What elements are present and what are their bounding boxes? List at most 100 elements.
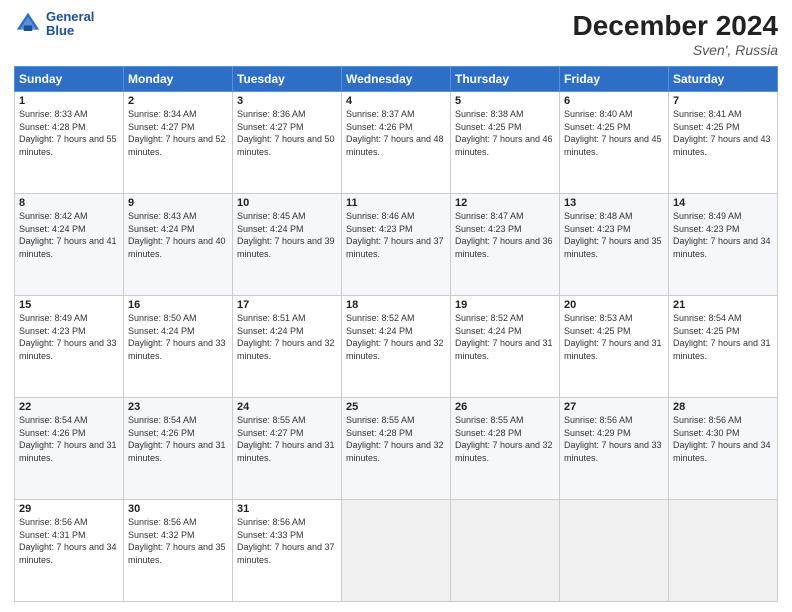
week-row-1: 1Sunrise: 8:33 AMSunset: 4:28 PMDaylight… <box>15 92 778 194</box>
day-info: Sunrise: 8:54 AMSunset: 4:26 PMDaylight:… <box>19 414 119 464</box>
day-cell: 10Sunrise: 8:45 AMSunset: 4:24 PMDayligh… <box>233 194 342 296</box>
day-info: Sunrise: 8:42 AMSunset: 4:24 PMDaylight:… <box>19 210 119 260</box>
day-info: Sunrise: 8:36 AMSunset: 4:27 PMDaylight:… <box>237 108 337 158</box>
logo-line1: General <box>46 10 94 24</box>
day-cell: 22Sunrise: 8:54 AMSunset: 4:26 PMDayligh… <box>15 398 124 500</box>
day-info: Sunrise: 8:56 AMSunset: 4:31 PMDaylight:… <box>19 516 119 566</box>
day-info: Sunrise: 8:48 AMSunset: 4:23 PMDaylight:… <box>564 210 664 260</box>
day-header-friday: Friday <box>560 67 669 92</box>
day-header-monday: Monday <box>124 67 233 92</box>
day-info: Sunrise: 8:49 AMSunset: 4:23 PMDaylight:… <box>19 312 119 362</box>
location: Sven', Russia <box>573 42 778 58</box>
day-cell: 1Sunrise: 8:33 AMSunset: 4:28 PMDaylight… <box>15 92 124 194</box>
day-number: 13 <box>564 197 664 209</box>
day-number: 14 <box>673 197 773 209</box>
day-info: Sunrise: 8:40 AMSunset: 4:25 PMDaylight:… <box>564 108 664 158</box>
week-row-3: 15Sunrise: 8:49 AMSunset: 4:23 PMDayligh… <box>15 296 778 398</box>
day-cell: 20Sunrise: 8:53 AMSunset: 4:25 PMDayligh… <box>560 296 669 398</box>
day-info: Sunrise: 8:50 AMSunset: 4:24 PMDaylight:… <box>128 312 228 362</box>
day-cell: 5Sunrise: 8:38 AMSunset: 4:25 PMDaylight… <box>451 92 560 194</box>
day-info: Sunrise: 8:55 AMSunset: 4:27 PMDaylight:… <box>237 414 337 464</box>
day-info: Sunrise: 8:56 AMSunset: 4:30 PMDaylight:… <box>673 414 773 464</box>
day-info: Sunrise: 8:43 AMSunset: 4:24 PMDaylight:… <box>128 210 228 260</box>
day-info: Sunrise: 8:37 AMSunset: 4:26 PMDaylight:… <box>346 108 446 158</box>
day-info: Sunrise: 8:51 AMSunset: 4:24 PMDaylight:… <box>237 312 337 362</box>
day-info: Sunrise: 8:41 AMSunset: 4:25 PMDaylight:… <box>673 108 773 158</box>
day-number: 28 <box>673 401 773 413</box>
day-info: Sunrise: 8:52 AMSunset: 4:24 PMDaylight:… <box>455 312 555 362</box>
day-cell: 28Sunrise: 8:56 AMSunset: 4:30 PMDayligh… <box>669 398 778 500</box>
day-cell: 29Sunrise: 8:56 AMSunset: 4:31 PMDayligh… <box>15 500 124 602</box>
day-info: Sunrise: 8:56 AMSunset: 4:33 PMDaylight:… <box>237 516 337 566</box>
day-info: Sunrise: 8:38 AMSunset: 4:25 PMDaylight:… <box>455 108 555 158</box>
day-number: 9 <box>128 197 228 209</box>
day-number: 27 <box>564 401 664 413</box>
day-number: 7 <box>673 95 773 107</box>
day-number: 21 <box>673 299 773 311</box>
day-cell: 14Sunrise: 8:49 AMSunset: 4:23 PMDayligh… <box>669 194 778 296</box>
day-number: 19 <box>455 299 555 311</box>
day-cell: 24Sunrise: 8:55 AMSunset: 4:27 PMDayligh… <box>233 398 342 500</box>
day-cell: 2Sunrise: 8:34 AMSunset: 4:27 PMDaylight… <box>124 92 233 194</box>
day-cell: 9Sunrise: 8:43 AMSunset: 4:24 PMDaylight… <box>124 194 233 296</box>
day-cell: 13Sunrise: 8:48 AMSunset: 4:23 PMDayligh… <box>560 194 669 296</box>
day-cell: 4Sunrise: 8:37 AMSunset: 4:26 PMDaylight… <box>342 92 451 194</box>
month-title: December 2024 <box>573 10 778 42</box>
day-info: Sunrise: 8:46 AMSunset: 4:23 PMDaylight:… <box>346 210 446 260</box>
day-info: Sunrise: 8:52 AMSunset: 4:24 PMDaylight:… <box>346 312 446 362</box>
day-cell: 16Sunrise: 8:50 AMSunset: 4:24 PMDayligh… <box>124 296 233 398</box>
day-info: Sunrise: 8:33 AMSunset: 4:28 PMDaylight:… <box>19 108 119 158</box>
day-info: Sunrise: 8:55 AMSunset: 4:28 PMDaylight:… <box>346 414 446 464</box>
day-cell: 3Sunrise: 8:36 AMSunset: 4:27 PMDaylight… <box>233 92 342 194</box>
day-cell: 25Sunrise: 8:55 AMSunset: 4:28 PMDayligh… <box>342 398 451 500</box>
day-header-tuesday: Tuesday <box>233 67 342 92</box>
day-number: 8 <box>19 197 119 209</box>
day-cell <box>342 500 451 602</box>
day-cell: 30Sunrise: 8:56 AMSunset: 4:32 PMDayligh… <box>124 500 233 602</box>
day-info: Sunrise: 8:54 AMSunset: 4:26 PMDaylight:… <box>128 414 228 464</box>
page: General Blue December 2024 Sven', Russia… <box>0 0 792 612</box>
day-number: 17 <box>237 299 337 311</box>
day-cell <box>560 500 669 602</box>
day-number: 5 <box>455 95 555 107</box>
logo-text: General Blue <box>46 10 94 39</box>
day-info: Sunrise: 8:49 AMSunset: 4:23 PMDaylight:… <box>673 210 773 260</box>
day-number: 4 <box>346 95 446 107</box>
day-info: Sunrise: 8:56 AMSunset: 4:29 PMDaylight:… <box>564 414 664 464</box>
day-cell: 19Sunrise: 8:52 AMSunset: 4:24 PMDayligh… <box>451 296 560 398</box>
day-cell <box>669 500 778 602</box>
logo-line2: Blue <box>46 24 94 38</box>
day-number: 3 <box>237 95 337 107</box>
day-number: 31 <box>237 503 337 515</box>
day-info: Sunrise: 8:55 AMSunset: 4:28 PMDaylight:… <box>455 414 555 464</box>
day-number: 1 <box>19 95 119 107</box>
day-number: 15 <box>19 299 119 311</box>
day-number: 26 <box>455 401 555 413</box>
day-number: 23 <box>128 401 228 413</box>
day-info: Sunrise: 8:54 AMSunset: 4:25 PMDaylight:… <box>673 312 773 362</box>
day-number: 20 <box>564 299 664 311</box>
logo: General Blue <box>14 10 94 39</box>
day-number: 2 <box>128 95 228 107</box>
day-cell: 21Sunrise: 8:54 AMSunset: 4:25 PMDayligh… <box>669 296 778 398</box>
day-number: 24 <box>237 401 337 413</box>
calendar-table: SundayMondayTuesdayWednesdayThursdayFrid… <box>14 66 778 602</box>
day-info: Sunrise: 8:47 AMSunset: 4:23 PMDaylight:… <box>455 210 555 260</box>
day-number: 6 <box>564 95 664 107</box>
day-cell: 15Sunrise: 8:49 AMSunset: 4:23 PMDayligh… <box>15 296 124 398</box>
day-cell: 18Sunrise: 8:52 AMSunset: 4:24 PMDayligh… <box>342 296 451 398</box>
day-number: 10 <box>237 197 337 209</box>
day-header-sunday: Sunday <box>15 67 124 92</box>
day-cell: 11Sunrise: 8:46 AMSunset: 4:23 PMDayligh… <box>342 194 451 296</box>
day-cell: 7Sunrise: 8:41 AMSunset: 4:25 PMDaylight… <box>669 92 778 194</box>
day-cell: 23Sunrise: 8:54 AMSunset: 4:26 PMDayligh… <box>124 398 233 500</box>
day-cell: 17Sunrise: 8:51 AMSunset: 4:24 PMDayligh… <box>233 296 342 398</box>
day-header-thursday: Thursday <box>451 67 560 92</box>
day-number: 16 <box>128 299 228 311</box>
day-info: Sunrise: 8:53 AMSunset: 4:25 PMDaylight:… <box>564 312 664 362</box>
day-cell: 6Sunrise: 8:40 AMSunset: 4:25 PMDaylight… <box>560 92 669 194</box>
day-number: 30 <box>128 503 228 515</box>
week-row-4: 22Sunrise: 8:54 AMSunset: 4:26 PMDayligh… <box>15 398 778 500</box>
title-area: December 2024 Sven', Russia <box>573 10 778 58</box>
day-number: 18 <box>346 299 446 311</box>
